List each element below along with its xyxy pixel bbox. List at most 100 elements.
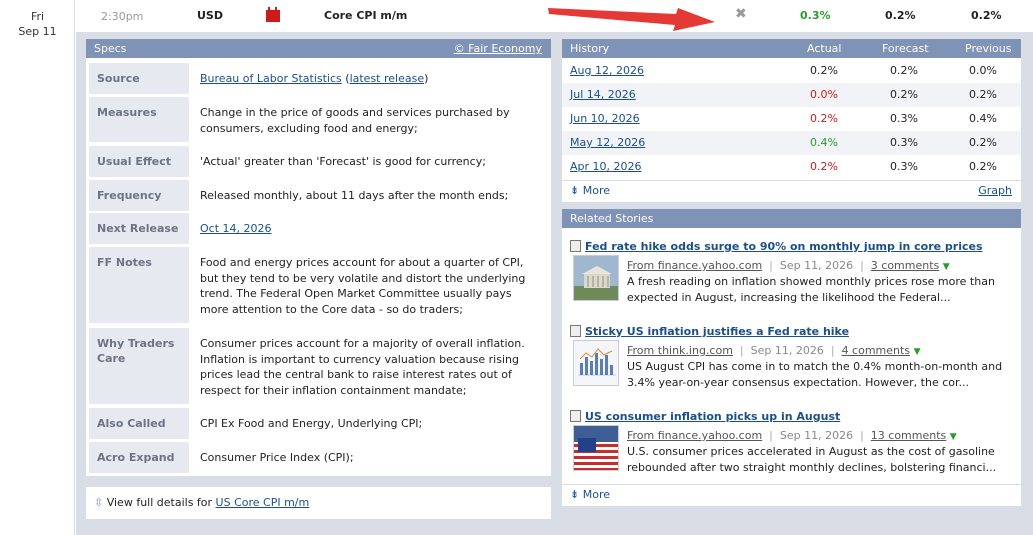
related-stories-panel: Related Stories Fed rate hike odds surge…	[562, 209, 1021, 506]
story-title-link[interactable]: Fed rate hike odds surge to 90% on month…	[585, 240, 983, 253]
full-details-bar: ⇳ View full details for US Core CPI m/m	[86, 487, 551, 519]
story-title[interactable]: US consumer inflation picks up in August	[570, 410, 840, 423]
history-footer: ⇟ More Graph	[562, 180, 1021, 202]
story-title[interactable]: Sticky US inflation justifies a Fed rate…	[570, 325, 849, 338]
story-date: Sep 11, 2026	[750, 344, 824, 357]
document-icon	[570, 410, 581, 422]
history-row: Aug 12, 2026 0.2% 0.2% 0.0%	[562, 59, 1021, 83]
story-source-link[interactable]: From think.ing.com	[627, 344, 733, 357]
us-flag-thumbnail[interactable]	[573, 425, 619, 471]
caret-down-icon[interactable]: ▼	[950, 432, 957, 442]
red-arrow-annotation	[548, 8, 715, 31]
caret-down-icon[interactable]: ▼	[943, 262, 950, 272]
history-date-link[interactable]: Apr 10, 2026	[570, 155, 642, 179]
close-icon[interactable]: ✖	[735, 7, 749, 21]
story-comments-link[interactable]: 13 comments	[871, 429, 947, 442]
spec-row-ff-notes: FF Notes Food and energy prices account …	[86, 247, 551, 323]
full-details-link[interactable]: US Core CPI m/m	[216, 496, 310, 509]
event-actual: 0.3%	[800, 9, 831, 22]
history-more-label: More	[582, 184, 610, 197]
history-date-link[interactable]: May 12, 2026	[570, 131, 645, 155]
history-date-link[interactable]: Jul 14, 2026	[570, 83, 636, 107]
history-previous: 0.2%	[969, 136, 997, 149]
caret-down-icon[interactable]: ▼	[914, 347, 921, 357]
spec-value: Change in the price of goods and service…	[200, 106, 510, 135]
history-previous: 0.2%	[969, 160, 997, 173]
event-name[interactable]: Core CPI m/m	[324, 9, 407, 22]
source-link[interactable]: Bureau of Labor Statistics	[200, 72, 342, 85]
spec-row-next-release: Next Release Oct 14, 2026	[86, 213, 551, 244]
spec-value: Consumer Price Index (CPI);	[200, 451, 354, 464]
spec-row-measures: Measures Change in the price of goods an…	[86, 97, 551, 142]
related-stories-header: Related Stories	[562, 209, 1021, 228]
story-description: A fresh reading on inflation showed mont…	[627, 275, 995, 304]
story-source-link[interactable]: From finance.yahoo.com	[627, 429, 762, 442]
story-item: Fed rate hike odds surge to 90% on month…	[562, 240, 1021, 310]
spec-value: Released monthly, about 11 days after th…	[200, 189, 509, 202]
story-date: Sep 11, 2026	[779, 429, 854, 442]
history-header: History Actual Forecast Previous	[562, 39, 1021, 58]
story-item: US consumer inflation picks up in August…	[562, 410, 1021, 480]
bar-chart-thumbnail[interactable]	[573, 340, 619, 386]
spec-value: CPI Ex Food and Energy, Underlying CPI;	[200, 417, 423, 430]
history-col-previous: Previous	[965, 42, 1012, 55]
document-icon	[570, 325, 581, 337]
full-details-prefix: View full details for	[106, 496, 213, 509]
history-previous: 0.4%	[969, 112, 997, 125]
document-icon	[570, 240, 581, 252]
spec-label: Source	[89, 63, 189, 94]
history-previous: 0.2%	[969, 88, 997, 101]
specs-title: Specs	[94, 42, 127, 55]
specs-header: Specs © Fair Economy	[86, 39, 551, 58]
spec-value: Bureau of Labor Statistics (latest relea…	[200, 63, 540, 87]
latest-release-link[interactable]: latest release	[350, 72, 425, 85]
specs-panel: Specs © Fair Economy Source Bureau of La…	[86, 39, 551, 476]
story-comments-link[interactable]: 4 comments	[842, 344, 911, 357]
history-more-button[interactable]: ⇟ More	[570, 181, 610, 201]
event-currency: USD	[197, 9, 223, 22]
story-title[interactable]: Fed rate hike odds surge to 90% on month…	[570, 240, 983, 253]
story-source-link[interactable]: From finance.yahoo.com	[627, 259, 762, 272]
story-meta: From finance.yahoo.com | Sep 11, 2026 | …	[627, 429, 957, 442]
history-row: Jul 14, 2026 0.0% 0.2% 0.2%	[562, 83, 1021, 107]
history-forecast: 0.2%	[890, 64, 918, 77]
spec-label: Measures	[89, 97, 189, 142]
related-stories-title: Related Stories	[570, 212, 654, 225]
story-comments-link[interactable]: 3 comments	[871, 259, 940, 272]
story-title-link[interactable]: Sticky US inflation justifies a Fed rate…	[585, 325, 849, 338]
spec-label: Why Traders Care	[89, 328, 189, 404]
history-row: Jun 10, 2026 0.2% 0.3% 0.4%	[562, 107, 1021, 131]
history-forecast: 0.3%	[890, 112, 918, 125]
spec-label: FF Notes	[89, 247, 189, 323]
next-release-link[interactable]: Oct 14, 2026	[200, 222, 272, 235]
red-high-impact-icon[interactable]	[266, 7, 280, 22]
spec-row-why-traders-care: Why Traders Care Consumer prices account…	[86, 328, 551, 404]
related-more-button[interactable]: ⇟ More	[570, 485, 610, 505]
history-title: History	[570, 42, 610, 55]
spec-label: Acro Expand	[89, 442, 189, 473]
spec-value: Oct 14, 2026	[200, 213, 540, 237]
federal-reserve-building-thumbnail[interactable]	[573, 255, 619, 301]
fair-economy-link[interactable]: © Fair Economy	[454, 39, 542, 58]
story-item: Sticky US inflation justifies a Fed rate…	[562, 325, 1021, 395]
date-column: Fri Sep 11	[0, 0, 75, 535]
history-date-link[interactable]: Aug 12, 2026	[570, 59, 644, 83]
spec-row-frequency: Frequency Released monthly, about 11 day…	[86, 180, 551, 211]
spec-value: 'Actual' greater than 'Forecast' is good…	[200, 155, 486, 168]
event-forecast: 0.2%	[885, 9, 916, 22]
history-actual: 0.0%	[810, 88, 838, 101]
history-date-link[interactable]: Jun 10, 2026	[570, 107, 640, 131]
history-row: May 12, 2026 0.4% 0.3% 0.2%	[562, 131, 1021, 155]
expand-arrows-icon[interactable]: ⇳	[94, 496, 103, 509]
spec-label: Usual Effect	[89, 146, 189, 177]
story-title-link[interactable]: US consumer inflation picks up in August	[585, 410, 840, 423]
spec-label: Frequency	[89, 180, 189, 211]
history-actual: 0.2%	[810, 160, 838, 173]
spec-row-usual-effect: Usual Effect 'Actual' greater than 'Fore…	[86, 146, 551, 177]
source-paren-close: )	[424, 72, 429, 85]
history-forecast: 0.3%	[890, 136, 918, 149]
history-forecast: 0.2%	[890, 88, 918, 101]
graph-link[interactable]: Graph	[978, 181, 1012, 201]
story-meta: From think.ing.com | Sep 11, 2026 | 4 co…	[627, 344, 921, 357]
more-arrow-icon: ⇟	[570, 184, 580, 197]
